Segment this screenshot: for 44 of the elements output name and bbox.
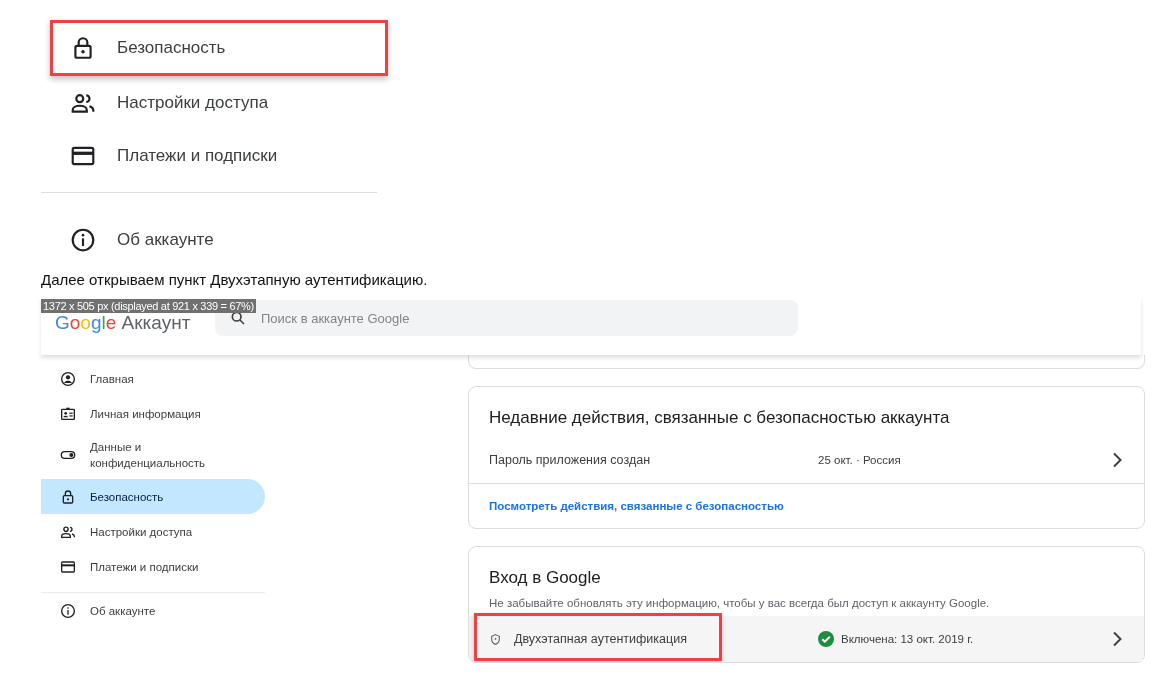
setting-status: Включена: 13 окт. 2019 г. <box>841 633 974 645</box>
sidebar-item[interactable]: Платежи и подписки <box>41 549 265 584</box>
paragraph: Далее открываем пункт Двухэтапную аутентификацию. <box>41 270 429 290</box>
check-circle-icon <box>818 631 834 647</box>
sidebar-item[interactable]: Об аккаунте <box>41 593 265 628</box>
sidebar-item-label: Настройки доступа <box>90 524 193 540</box>
lock-icon <box>60 488 76 505</box>
sidebar-item-label: Главная <box>90 371 134 387</box>
sidebar-item[interactable]: Настройки доступа <box>41 514 265 549</box>
menu-item-label: Безопасность <box>117 38 226 58</box>
card-icon <box>60 558 76 575</box>
setting-label: Двухэтапная аутентификация <box>514 632 687 646</box>
sidebar-item-label: Личная информация <box>90 406 201 422</box>
chevron-right-icon[interactable] <box>1112 452 1122 468</box>
sidebar-item-label: Безопасность <box>90 489 164 505</box>
chevron-right-icon[interactable] <box>1112 631 1122 647</box>
info-icon <box>60 602 76 619</box>
id-card-icon <box>60 405 76 422</box>
sidebar-item[interactable]: Главная <box>41 361 265 396</box>
menu-item-label: Настройки доступа <box>117 92 269 113</box>
sidebar-item[interactable]: Безопасность <box>41 479 265 514</box>
menu-item[interactable]: Об аккаунте <box>41 213 377 266</box>
menu-item[interactable]: Безопасность <box>50 20 388 76</box>
card-title: Недавние действия, связанные с безопасностью аккаунта <box>488 407 951 429</box>
menu-item[interactable]: Настройки доступа <box>41 76 377 129</box>
sidebar-item[interactable]: Личная информация <box>41 396 265 431</box>
info-icon <box>70 226 96 253</box>
sidebar-item-label: Об аккаунте <box>90 603 156 619</box>
sidebar-item[interactable]: Данные и конфиденциальность <box>41 431 265 479</box>
card-description: Не забывайте обновлять эту информацию, чтобы у вас всегда был доступ к аккаунту Google. <box>488 596 991 611</box>
sidebar-item-label: Данные и конфиденциальность <box>90 440 207 471</box>
settings-row[interactable]: Двухэтапная аутентификация Включена: 13 окт. 2019 г. <box>469 616 1144 662</box>
activity-detail: 25 окт. · Россия <box>818 454 901 466</box>
menu-item-label: Об аккаунте <box>117 229 214 250</box>
logo: Google Аккаунт <box>55 312 192 334</box>
sidebar-item-label: Платежи и подписки <box>90 559 199 575</box>
activity-label: Пароль приложения создан <box>489 453 651 467</box>
menu-item-label: Платежи и подписки <box>117 145 278 166</box>
shield-icon <box>489 632 502 646</box>
account-icon <box>60 370 76 387</box>
security-activity-link[interactable]: Посмотреть действия, связанные с безопасностью <box>469 484 1144 528</box>
image-size-label: 1372 x 505 px (displayed at 921 x 339 = 67%) <box>41 299 256 313</box>
card-title: Вход в Google <box>488 567 602 589</box>
menu-item[interactable]: Платежи и подписки <box>41 129 377 182</box>
